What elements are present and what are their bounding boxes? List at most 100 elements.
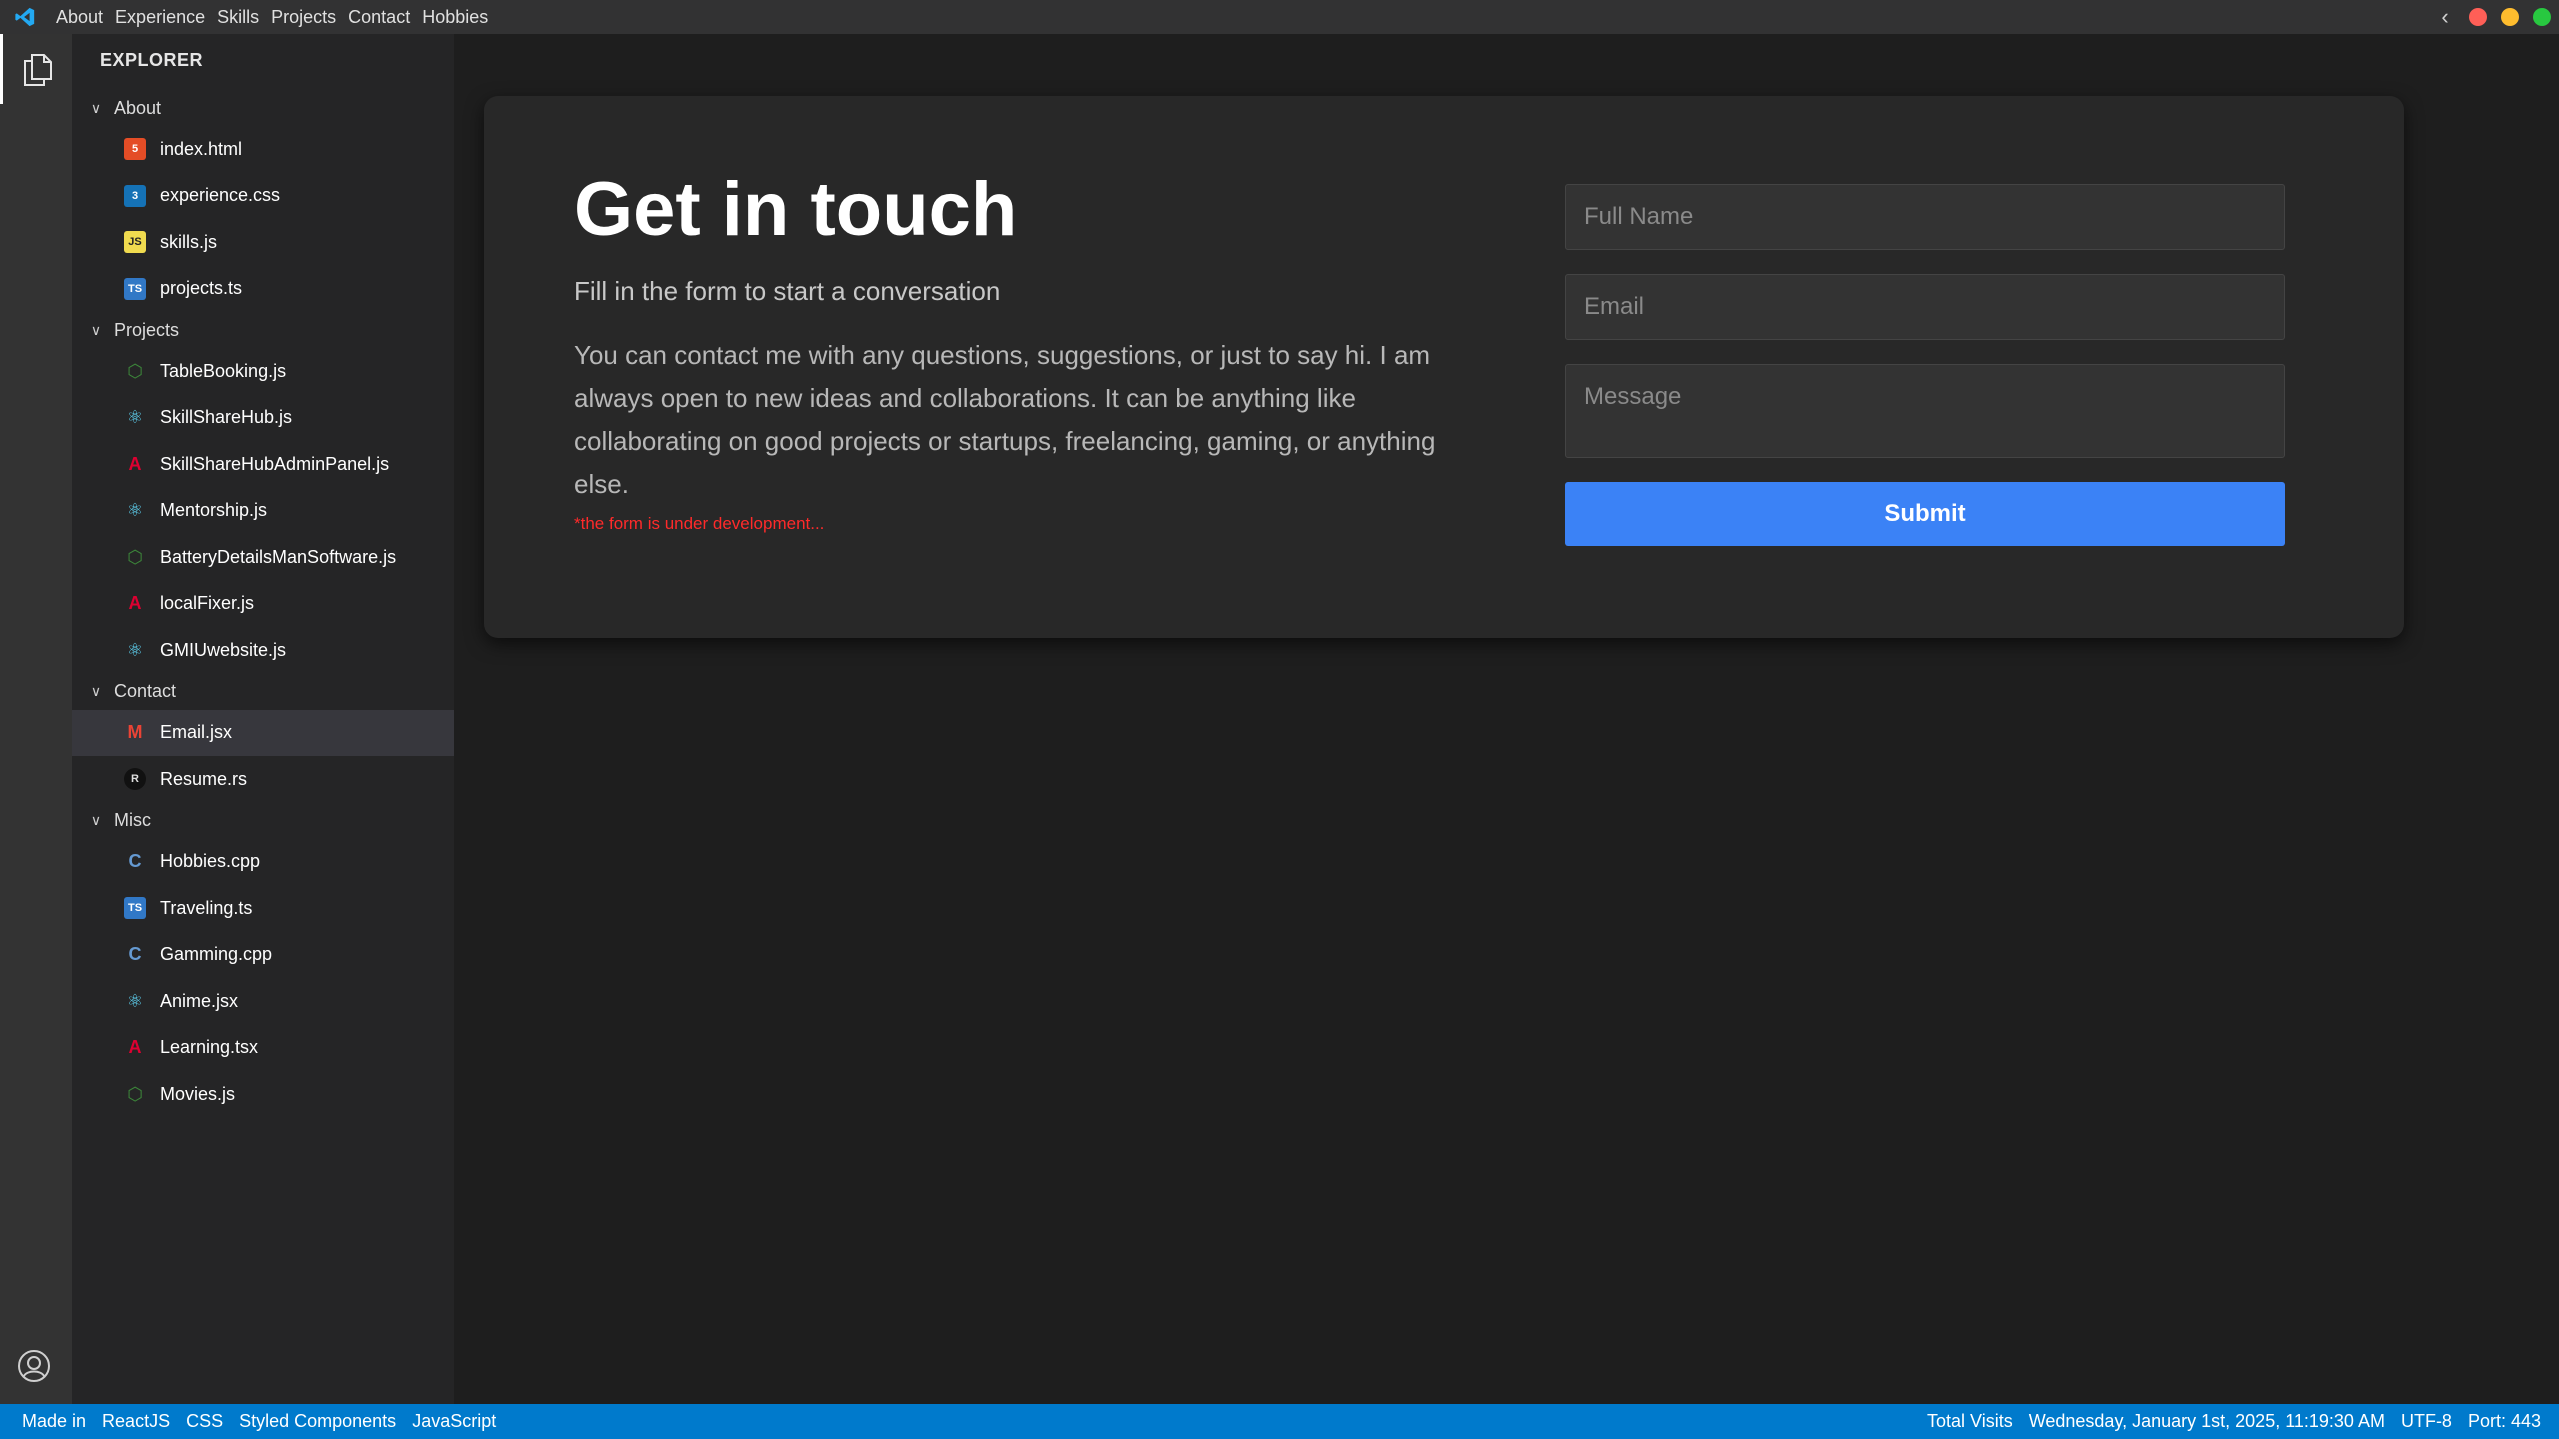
status-left-item[interactable]: Styled Components: [231, 1411, 404, 1432]
file-item[interactable]: AlocalFixer.js: [72, 581, 454, 628]
react-icon: ⚛: [126, 407, 144, 428]
file-item[interactable]: ⬡ TableBooking.js: [72, 348, 454, 395]
form-warning: *the form is under development...: [574, 514, 825, 533]
section-label: Misc: [114, 810, 151, 830]
maximize-window-button[interactable]: [2533, 8, 2551, 26]
html5-icon: 5: [124, 138, 146, 161]
file-name: Gamming.cpp: [160, 944, 273, 965]
file-item[interactable]: ⬡ Movies.js: [72, 1071, 454, 1118]
file-name: Traveling.ts: [160, 897, 253, 918]
top-menu: About Experience Skills Projects Contact Hobb…: [50, 0, 494, 34]
section-header-about[interactable]: ∨ About: [72, 90, 454, 126]
close-window-button[interactable]: [2469, 8, 2487, 26]
typescript-icon: TS: [124, 277, 146, 300]
file-item[interactable]: TS Traveling.ts: [72, 885, 454, 932]
section-label: Projects: [114, 319, 180, 340]
chevron-down-icon: ∨: [90, 812, 102, 828]
cpp-icon: C: [128, 851, 142, 872]
nodejs-icon: ⬡: [127, 360, 143, 381]
file-item[interactable]: 5 index.html: [72, 126, 454, 173]
explorer-activity-button[interactable]: [0, 34, 72, 104]
file-name: Learning.tsx: [160, 1037, 259, 1058]
file-item[interactable]: A SkillShareHubAdminPanel.js: [72, 441, 454, 488]
status-right-item: Port: 443: [2467, 1411, 2541, 1431]
files-icon: [23, 54, 52, 86]
file-item[interactable]: ⚛ Mentorship.js: [72, 488, 454, 535]
section-projects: ∨ Projects ⬡ TableBooking.js ⚛ SkillShareHub.…: [72, 312, 454, 674]
menu-item-about[interactable]: About: [50, 0, 109, 34]
section-header-misc[interactable]: ∨ Misc: [72, 803, 454, 839]
file-name: localFixer.js: [160, 593, 255, 614]
react-icon: ⚛: [126, 639, 144, 660]
contact-subheading: Fill in the form to start a conversation: [574, 276, 1001, 306]
file-item[interactable]: C Gamming.cpp: [72, 932, 454, 979]
file-tree: ∨ About 5 index.html 3 experience.css JS skills…: [72, 90, 454, 1118]
status-left-item[interactable]: CSS: [178, 1411, 231, 1432]
rust-icon: R: [124, 768, 146, 791]
file-name: SkillShareHubAdminPanel.js: [160, 453, 390, 474]
file-name: Mentorship.js: [160, 500, 268, 521]
file-name: Email.jsx: [160, 722, 233, 743]
file-item[interactable]: 3 experience.css: [72, 173, 454, 220]
section-header-projects[interactable]: ∨ Projects: [72, 312, 454, 348]
file-item[interactable]: ⚛ SkillShareHub.js: [72, 395, 454, 442]
status-bar: Made in ReactJS CSS Styled Components JavaSc…: [0, 1404, 2559, 1439]
file-name: projects.ts: [160, 278, 243, 299]
status-bar-right: Total Visits Wednesday, January 1st, 2025…: [1919, 1411, 2559, 1432]
minimize-window-button[interactable]: [2501, 8, 2519, 26]
account-icon: [18, 1350, 50, 1382]
menu-item-hobbies[interactable]: Hobbies: [416, 0, 494, 34]
file-item[interactable]: ⚛ Anime.jsx: [72, 978, 454, 1025]
section-header-contact[interactable]: ∨ Contact: [72, 674, 454, 710]
explorer-title: EXPLORER: [100, 50, 204, 70]
full-name-input[interactable]: [1565, 184, 2285, 250]
file-name: Resume.rs: [160, 768, 248, 789]
section-label: Contact: [114, 681, 177, 701]
menu-item-experience[interactable]: Experience: [109, 0, 211, 34]
status-bar-left: Made in ReactJS CSS Styled Components JavaSc…: [0, 1411, 504, 1432]
angular-icon: A: [128, 1037, 142, 1058]
react-icon: ⚛: [126, 990, 144, 1011]
title-bar: About Experience Skills Projects Contact Hobb…: [0, 0, 2559, 34]
file-item[interactable]: JS skills.js: [72, 219, 454, 266]
file-name: index.html: [160, 138, 243, 159]
status-left-item[interactable]: ReactJS: [94, 1411, 178, 1432]
chevron-down-icon: ∨: [90, 321, 102, 338]
status-right-item: UTF-8: [2400, 1411, 2452, 1431]
status-left-item: Made in: [22, 1411, 87, 1431]
submit-button[interactable]: Submit: [1565, 482, 2285, 546]
file-item[interactable]: A Learning.tsx: [72, 1025, 454, 1072]
file-name: skills.js: [160, 231, 217, 252]
file-item[interactable]: TS projects.ts: [72, 266, 454, 313]
section-misc: ∨ Misc C Hobbies.cpp TS Traveling.ts C Gamming.…: [72, 803, 454, 1118]
menu-item-skills[interactable]: Skills: [211, 0, 265, 34]
explorer-sidebar: EXPLORER ∨ About 5 index.html 3 experience.cs…: [72, 34, 454, 1404]
message-input[interactable]: [1565, 364, 2285, 458]
account-button[interactable]: [14, 1346, 54, 1386]
menu-item-projects[interactable]: Projects: [265, 0, 342, 34]
file-item[interactable]: M Email.jsx: [72, 709, 454, 756]
gmail-icon: M: [127, 722, 143, 743]
css3-icon: 3: [124, 184, 146, 207]
chevron-left-icon[interactable]: ‹: [2435, 4, 2455, 30]
vscode-logo-icon: [8, 0, 42, 34]
contact-description: You can contact me with any questions, s…: [574, 340, 1436, 499]
chevron-down-icon: ∨: [90, 99, 102, 116]
email-input[interactable]: [1565, 274, 2285, 340]
file-name: Hobbies.cpp: [160, 851, 261, 872]
section-contact: ∨ Contact M Email.jsx R Resume.rs: [72, 674, 454, 803]
file-name: GMIUwebsite.js: [160, 639, 287, 660]
menu-item-contact[interactable]: Contact: [342, 0, 416, 34]
cpp-icon: C: [128, 944, 142, 965]
file-item[interactable]: ⚛ GMIUwebsite.js: [72, 627, 454, 674]
status-right-item: Total Visits: [1927, 1411, 2013, 1431]
file-name: SkillShareHub.js: [160, 407, 293, 428]
nodejs-icon: ⬡: [127, 1083, 143, 1104]
file-item[interactable]: ⬡ BatteryDetailsManSoftware.js: [72, 534, 454, 581]
status-left-item[interactable]: JavaScript: [404, 1411, 504, 1432]
file-item[interactable]: C Hobbies.cpp: [72, 839, 454, 886]
angular-icon: A: [128, 453, 142, 474]
file-item[interactable]: R Resume.rs: [72, 756, 454, 803]
angular-icon: A: [128, 593, 142, 614]
status-right-item: Wednesday, January 1st, 2025, 11:19:30 A…: [2028, 1411, 2385, 1431]
